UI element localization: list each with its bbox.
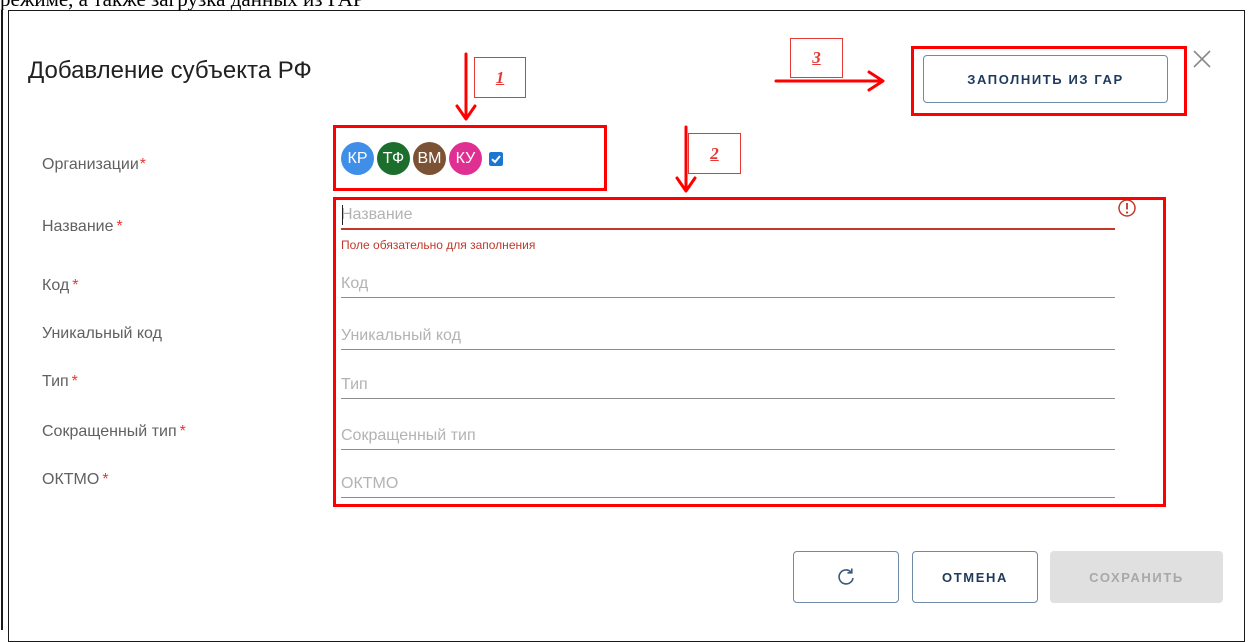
annotation-arrows xyxy=(455,52,885,193)
